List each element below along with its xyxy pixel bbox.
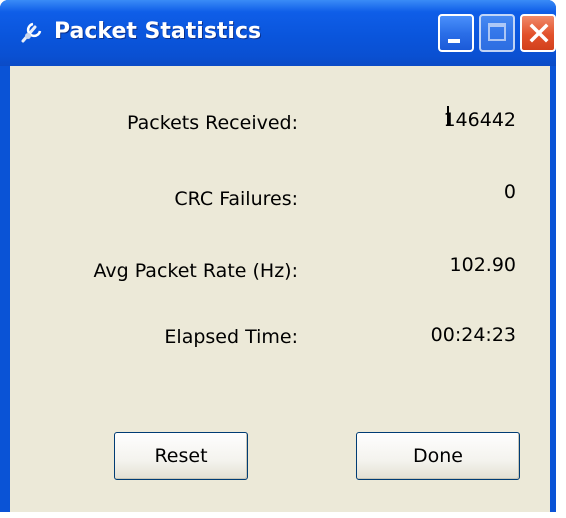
- stats-panel: Packets Received: 146442 CRC Failures: 0…: [10, 66, 550, 512]
- avg-packet-rate-value: 102.90: [449, 254, 516, 276]
- packets-received-value: 146442: [443, 109, 516, 131]
- minimize-icon: [448, 39, 460, 43]
- packet-statistics-window: Packet Statistics Packets Received: 1464…: [0, 0, 556, 512]
- maximize-button[interactable]: [479, 14, 515, 52]
- crc-failures-label: CRC Failures:: [174, 188, 298, 210]
- window-title: Packet Statistics: [54, 19, 262, 44]
- close-button[interactable]: [520, 14, 556, 52]
- packets-received-label: Packets Received:: [127, 112, 298, 134]
- avg-packet-rate-label: Avg Packet Rate (Hz):: [93, 260, 298, 282]
- minimize-button[interactable]: [438, 14, 474, 52]
- elapsed-time-label: Elapsed Time:: [164, 326, 298, 348]
- close-icon: [528, 22, 550, 44]
- title-bar[interactable]: Packet Statistics: [0, 0, 556, 66]
- tools-icon: [18, 20, 44, 46]
- done-button[interactable]: Done: [356, 432, 520, 480]
- elapsed-time-value: 00:24:23: [430, 324, 516, 346]
- maximize-icon: [488, 23, 506, 41]
- reset-button[interactable]: Reset: [114, 432, 248, 480]
- crc-failures-value: 0: [503, 181, 516, 203]
